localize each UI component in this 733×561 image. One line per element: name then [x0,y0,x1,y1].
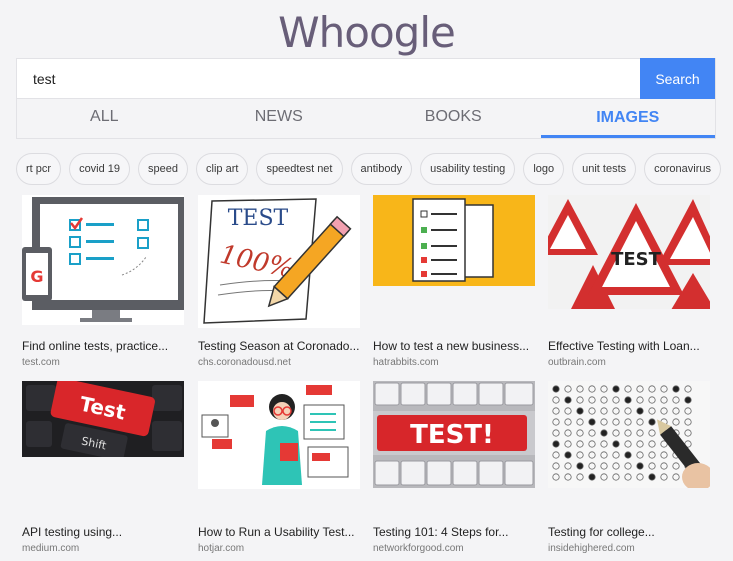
checklist-clipboard-image[interactable] [373,195,535,286]
answer-bubble [612,385,620,393]
result-source: outbrain.com [548,357,606,368]
answer-bubble [636,462,644,470]
usability-person-image[interactable] [198,381,360,489]
answer-bubble [552,440,560,448]
result-source: test.com [22,357,60,368]
chip-usability-testing[interactable]: usability testing [420,153,516,185]
answer-bubble [624,396,632,404]
thumb-letter-label: G [30,267,43,286]
tab-images[interactable]: IMAGES [540,99,715,138]
test-paper-pencil-image[interactable]: TEST 100% [198,195,360,328]
chip-coronavirus[interactable]: coronavirus [644,153,721,185]
result-title[interactable]: Testing Season at Coronado... [198,339,366,353]
monitor-checklist-image[interactable]: G [22,195,184,325]
image-result-card[interactable]: G Find online tests, practice... test.co… [22,195,185,375]
answer-bubble [552,385,560,393]
answer-bubble [564,396,572,404]
result-title[interactable]: How to Run a Usability Test... [198,525,366,539]
chip-logo[interactable]: logo [523,153,565,185]
keyboard-test-letters-image[interactable]: TEST! [373,381,535,488]
answer-bubble [648,473,656,481]
chip-speed[interactable]: speed [138,153,189,185]
answer-bubble [588,473,596,481]
result-source: hotjar.com [198,543,245,554]
answer-bubble [612,440,620,448]
answer-bubble [564,451,572,459]
chip-covid-19[interactable]: covid 19 [69,153,131,185]
answer-bubble [684,396,692,404]
image-result-card[interactable]: TEST! Testing 101: 4 Steps for... networ… [373,381,536,561]
result-source: medium.com [22,543,80,554]
result-source: hatrabbits.com [373,357,439,368]
search-button[interactable]: Search [640,58,715,99]
test-warning-signs-image[interactable]: TEST [548,195,710,309]
answer-bubble [576,462,584,470]
whoogle-logo: Whoogle [278,8,456,57]
tab-all[interactable]: ALL [17,99,192,138]
chip-unit-tests[interactable]: unit tests [572,153,637,185]
result-title[interactable]: Find online tests, practice... [22,339,190,353]
result-title[interactable]: How to test a new business... [373,339,541,353]
chip-speedtest-net[interactable]: speedtest net [256,153,343,185]
thumb-word-label: TEST [611,249,662,270]
answer-bubble [588,418,596,426]
image-result-card[interactable]: Test Shift API testing using... medium.c… [22,381,185,561]
answer-bubble [624,451,632,459]
result-title[interactable]: Effective Testing with Loan... [548,339,716,353]
image-result-card[interactable]: TEST 100% Testing Season at Coronado... … [198,195,361,375]
result-source: chs.coronadousd.net [198,357,291,368]
result-source: networkforgood.com [373,543,464,554]
search-input[interactable] [17,59,626,98]
result-title[interactable]: Testing 101: 4 Steps for... [373,525,541,539]
answer-bubble [600,429,608,437]
result-source: insidehighered.com [548,543,635,554]
related-search-chips: rt pcr covid 19 speed clip art speedtest… [16,153,721,185]
tab-news[interactable]: NEWS [192,99,367,138]
answer-bubble [636,407,644,415]
thumb-word-label: TEST [228,206,289,231]
answer-bubble [648,418,656,426]
search-bar: Search [16,58,716,99]
thumb-word-label: TEST! [410,420,494,450]
keyboard-test-key-image[interactable]: Test Shift [22,381,184,457]
tab-books[interactable]: BOOKS [366,99,541,138]
answer-bubble [576,407,584,415]
result-title[interactable]: API testing using... [22,525,190,539]
image-result-card[interactable]: How to Run a Usability Test... hotjar.co… [198,381,361,561]
search-tabs: ALL NEWS BOOKS IMAGES [16,99,716,139]
chip-rt-pcr[interactable]: rt pcr [16,153,62,185]
image-result-card[interactable]: How to test a new business... hatrabbits… [373,195,536,375]
chip-antibody[interactable]: antibody [350,153,413,185]
image-result-card[interactable]: TEST Effective Testing with Loan... outb… [548,195,711,375]
answer-bubble [672,385,680,393]
result-title[interactable]: Testing for college... [548,525,716,539]
image-result-card[interactable]: Testing for college... insidehighered.co… [548,381,711,561]
chip-clip-art[interactable]: clip art [196,153,249,185]
bubble-sheet-image[interactable] [548,381,710,488]
